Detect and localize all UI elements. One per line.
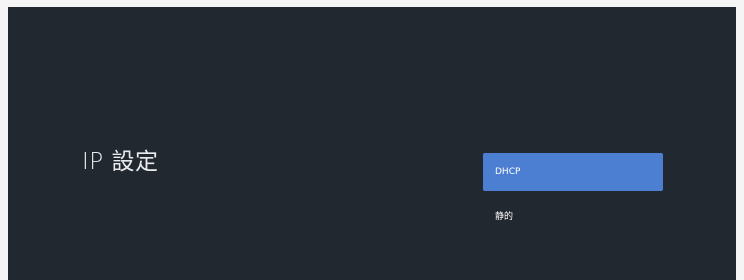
option-label: 静的: [495, 211, 514, 222]
option-label: DHCP: [495, 167, 521, 177]
ip-mode-list: DHCP 静的: [483, 153, 663, 234]
settings-screen: IP 設定 DHCP 静的: [8, 7, 736, 280]
page-title: IP 設定: [82, 149, 159, 175]
option-static[interactable]: 静的: [483, 196, 663, 234]
option-dhcp[interactable]: DHCP: [483, 153, 663, 191]
